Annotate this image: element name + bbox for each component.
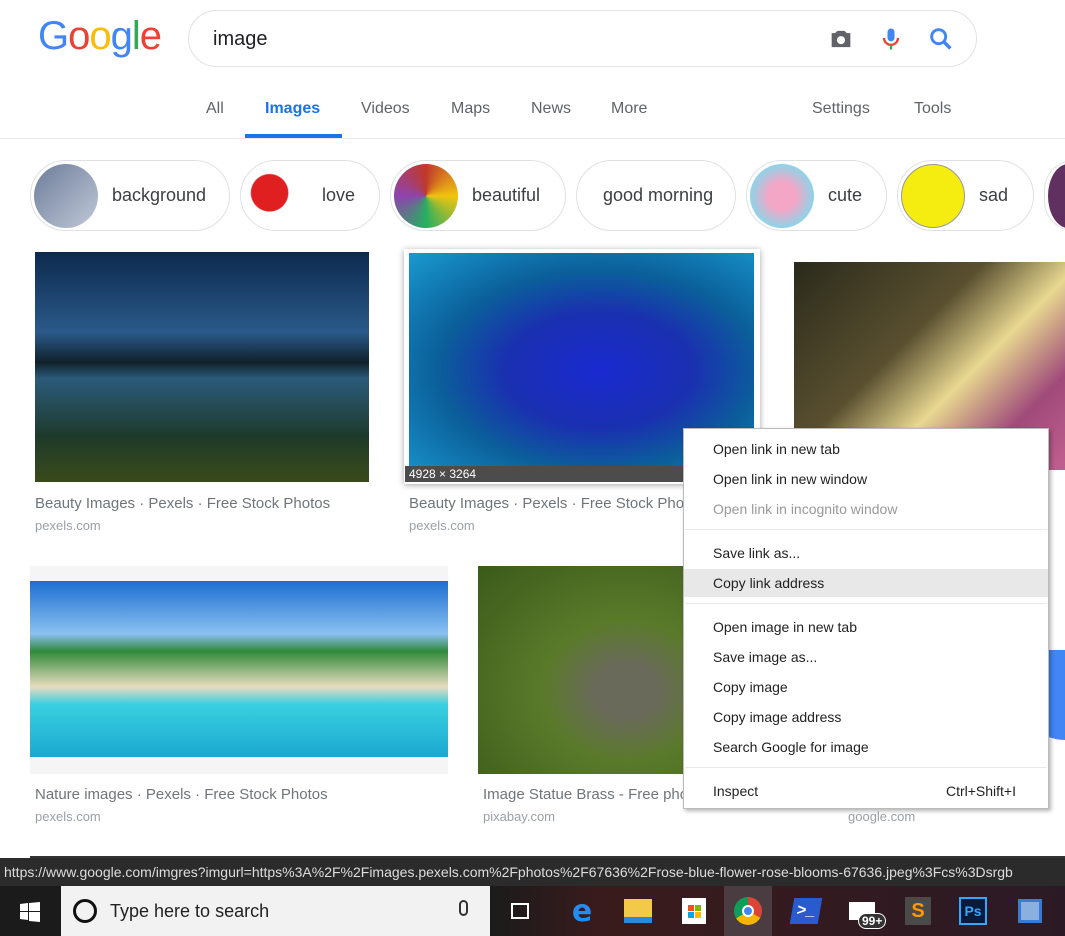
menu-inspect-label: Inspect bbox=[713, 783, 759, 799]
chip-love[interactable]: love bbox=[240, 160, 380, 231]
chip-more[interactable] bbox=[1044, 160, 1065, 231]
result-source[interactable]: pexels.com bbox=[409, 518, 475, 533]
microphone-icon[interactable] bbox=[877, 25, 905, 53]
menu-copy-image-address[interactable]: Copy image address bbox=[684, 703, 1048, 731]
chip-label: good morning bbox=[603, 185, 714, 205]
taskbar-search-placeholder: Type here to search bbox=[110, 901, 270, 921]
menu-copy-link-address[interactable]: Copy link address bbox=[684, 569, 1048, 597]
menu-open-link-new-window[interactable]: Open link in new window bbox=[684, 465, 1048, 493]
menu-inspect-shortcut: Ctrl+Shift+I bbox=[945, 783, 1016, 799]
result-caption[interactable]: Beauty Images · Pexels · Free Stock Phot… bbox=[35, 495, 330, 512]
photoshop-icon[interactable]: Ps bbox=[955, 893, 991, 929]
menu-inspect[interactable]: Inspect Ctrl+Shift+I bbox=[684, 777, 1048, 805]
tab-all[interactable]: All bbox=[206, 100, 224, 118]
tab-maps[interactable]: Maps bbox=[451, 100, 490, 118]
chip-label: beautiful bbox=[472, 185, 541, 205]
chrome-icon[interactable] bbox=[724, 886, 772, 936]
chip-label: sad bbox=[979, 185, 1009, 205]
menu-open-link-incognito: Open link in incognito window bbox=[713, 501, 898, 517]
microphone-icon[interactable] bbox=[459, 900, 468, 916]
result-source[interactable]: google.com bbox=[848, 809, 915, 824]
result-source[interactable]: pixabay.com bbox=[483, 809, 555, 824]
file-explorer-icon[interactable] bbox=[620, 893, 656, 929]
chip-label: cute bbox=[828, 185, 863, 205]
menu-save-link-as[interactable]: Save link as... bbox=[684, 539, 1048, 567]
taskbar-search-box[interactable]: Type here to search bbox=[61, 886, 490, 936]
tab-images[interactable]: Images bbox=[265, 100, 320, 118]
camera-icon[interactable] bbox=[827, 25, 855, 53]
mail-icon[interactable]: 99+ bbox=[844, 893, 887, 929]
chip-label: love bbox=[322, 185, 356, 205]
menu-separator bbox=[685, 767, 1047, 768]
result-caption[interactable]: Beauty Images · Pexels · Free Stock Phot… bbox=[409, 495, 704, 512]
chip-label: background bbox=[112, 185, 207, 205]
menu-separator bbox=[685, 529, 1047, 530]
menu-separator bbox=[685, 603, 1047, 604]
powershell-icon[interactable]: >_ bbox=[788, 893, 824, 929]
store-icon[interactable] bbox=[676, 893, 712, 929]
edge-icon[interactable]: e bbox=[564, 893, 600, 929]
divider bbox=[0, 138, 1065, 139]
chip-thumbnail bbox=[901, 163, 965, 228]
chip-beautiful[interactable]: beautiful bbox=[390, 160, 566, 231]
chip-cute[interactable]: cute bbox=[746, 160, 887, 231]
result-image-beach[interactable] bbox=[30, 581, 448, 757]
tab-more[interactable]: More bbox=[611, 100, 647, 118]
chip-background[interactable]: background bbox=[30, 160, 230, 231]
menu-copy-image[interactable]: Copy image bbox=[684, 673, 1048, 701]
search-input[interactable]: image bbox=[213, 28, 267, 51]
menu-open-image-new-tab[interactable]: Open image in new tab bbox=[684, 613, 1048, 641]
chip-sad[interactable]: sad bbox=[897, 160, 1034, 231]
search-box[interactable]: image bbox=[188, 10, 977, 67]
menu-open-link-new-tab[interactable]: Open link in new tab bbox=[684, 435, 1048, 463]
chip-thumbnail bbox=[1048, 163, 1065, 228]
mail-badge: 99+ bbox=[858, 913, 887, 929]
network-icon[interactable] bbox=[1012, 893, 1048, 929]
menu-search-google-for-image[interactable]: Search Google for image bbox=[684, 733, 1048, 761]
settings-link[interactable]: Settings bbox=[812, 100, 870, 118]
result-source[interactable]: pexels.com bbox=[35, 518, 101, 533]
cortana-icon bbox=[73, 899, 97, 923]
chip-thumbnail bbox=[750, 163, 814, 228]
status-bar-url: https://www.google.com/imgres?imgurl=htt… bbox=[0, 858, 1065, 886]
google-logo[interactable]: Google bbox=[38, 14, 162, 59]
windows-start-icon[interactable] bbox=[20, 902, 40, 922]
result-source[interactable]: pexels.com bbox=[35, 809, 101, 824]
chip-thumbnail bbox=[34, 163, 98, 228]
tab-news[interactable]: News bbox=[531, 100, 571, 118]
context-menu: Open link in new tab Open link in new wi… bbox=[683, 428, 1049, 809]
search-icon[interactable] bbox=[927, 25, 955, 53]
result-caption[interactable]: Nature images · Pexels · Free Stock Phot… bbox=[35, 786, 328, 803]
result-caption[interactable]: Image Statue Brass - Free photo bbox=[483, 786, 701, 803]
chip-thumbnail bbox=[394, 163, 458, 228]
sublime-text-icon[interactable]: S bbox=[900, 893, 936, 929]
tab-videos[interactable]: Videos bbox=[361, 100, 410, 118]
tools-link[interactable]: Tools bbox=[914, 100, 951, 118]
chip-good-morning[interactable]: good morning bbox=[576, 160, 736, 231]
result-image-statue[interactable] bbox=[478, 566, 690, 774]
task-view-icon[interactable] bbox=[502, 893, 538, 929]
result-image-lake-pier[interactable] bbox=[35, 252, 369, 482]
chip-thumbnail bbox=[244, 163, 308, 228]
menu-save-image-as[interactable]: Save image as... bbox=[684, 643, 1048, 671]
